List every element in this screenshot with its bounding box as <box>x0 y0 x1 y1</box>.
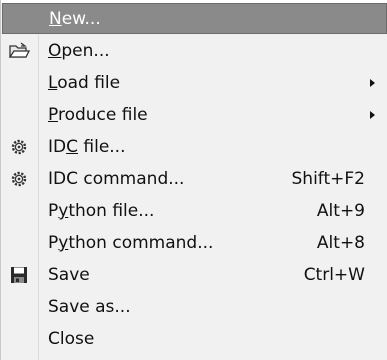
menu-item-label: IDC file... <box>48 137 126 157</box>
menu-item-idc-file[interactable]: IDC file... <box>2 131 387 163</box>
menu-item-label: Python command... <box>48 233 214 253</box>
menu-item-label: Python file... <box>48 201 155 221</box>
menu-item-idc-command[interactable]: IDC command... Shift+F2 <box>2 163 387 195</box>
menu-item-python-command[interactable]: Python command... Alt+8 <box>2 227 387 259</box>
gear-icon <box>8 168 30 190</box>
menu-item-label: Save as... <box>48 297 131 317</box>
menu-item-load-file[interactable]: Load file <box>2 67 387 99</box>
menu-item-label: Open... <box>48 41 110 61</box>
menu-item-label: New... <box>49 8 101 29</box>
menu-item-shortcut: Alt+8 <box>316 233 365 253</box>
menu-item-python-file[interactable]: Python file... Alt+9 <box>2 195 387 227</box>
menu-item-shortcut: Ctrl+W <box>303 265 365 285</box>
menu-item-produce-file[interactable]: Produce file <box>2 99 387 131</box>
menu-item-open[interactable]: Open... <box>2 35 387 67</box>
menu-item-close[interactable]: Close <box>2 323 387 355</box>
submenu-arrow-icon <box>370 79 375 87</box>
menu-item-label: Save <box>48 265 90 285</box>
menu-item-save-as[interactable]: Save as... <box>2 291 387 323</box>
menu-item-label: Close <box>48 329 95 349</box>
menu-item-label: IDC command... <box>48 169 185 189</box>
menu-item-new[interactable]: New... <box>2 3 387 34</box>
floppy-disk-icon <box>8 264 30 286</box>
menu-item-shortcut: Alt+9 <box>316 201 365 221</box>
menu-item-save[interactable]: Save Ctrl+W <box>2 259 387 291</box>
open-folder-icon <box>8 40 30 62</box>
menu-item-label: Load file <box>48 73 121 93</box>
menu-item-shortcut: Shift+F2 <box>291 169 365 189</box>
gear-icon <box>8 136 30 158</box>
file-menu: New... Open... Load file Produce file ID… <box>0 0 387 360</box>
submenu-arrow-icon <box>370 111 375 119</box>
menu-item-label: Produce file <box>48 105 148 125</box>
